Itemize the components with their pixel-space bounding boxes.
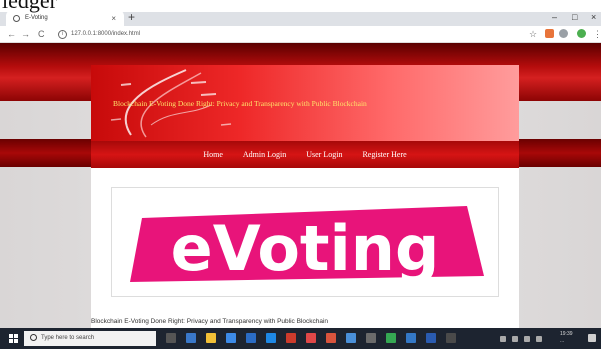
back-button[interactable]: ← [7,28,16,40]
app-icon[interactable] [266,333,276,343]
app-icon[interactable] [366,333,376,343]
bookmark-star-icon[interactable]: ☆ [529,28,537,40]
store-icon[interactable] [226,333,236,343]
site-container: Blockchain E-Voting Done Right: Privacy … [91,65,519,328]
page-viewport: Blockchain E-Voting Done Right: Privacy … [0,43,601,328]
favicon-icon [13,14,20,22]
tray-icon[interactable] [512,336,518,342]
reload-button[interactable]: C [38,28,45,40]
site-footer: Blockchain E-Voting Done Right: Privacy … [91,318,329,325]
nav-user-login[interactable]: User Login [306,150,342,159]
tab-close-icon[interactable]: × [111,14,116,23]
edge-icon[interactable] [186,333,196,343]
page-caption: ledger [0,0,601,12]
maximize-button[interactable]: □ [572,10,577,24]
chrome-icon[interactable] [386,333,396,343]
site-header: Blockchain E-Voting Done Right: Privacy … [91,65,519,141]
logo-text: eVoting [171,212,440,285]
network-icon[interactable] [524,336,530,342]
windows-taskbar: Type here to search 19:39 ... [0,328,601,349]
app-icon[interactable] [326,333,336,343]
app-icon[interactable] [406,333,416,343]
notification-icon[interactable] [588,334,596,342]
nav-register[interactable]: Register Here [362,150,406,159]
nav-home[interactable]: Home [203,150,223,159]
profile-avatar-icon[interactable] [577,29,586,38]
clock-time: 19:39 [560,331,573,337]
taskbar-search-input[interactable]: Type here to search [24,331,156,346]
tray-icon[interactable] [500,336,506,342]
windows-start-icon[interactable] [9,334,19,344]
extension-icon[interactable] [545,29,554,38]
site-info-icon[interactable]: i [58,30,67,39]
app-icon[interactable] [426,333,436,343]
app-icon[interactable] [446,333,456,343]
browser-toolbar: ← → C i 127.0.0.1:8000/index.html ☆ ⋮ [0,26,601,43]
minimize-button[interactable]: – [552,10,557,24]
evoting-logo: eVoting [111,187,499,297]
site-nav: Home Admin Login User Login Register Her… [91,141,519,168]
mail-icon[interactable] [246,333,256,343]
task-view-icon[interactable] [166,333,176,343]
address-bar[interactable]: i 127.0.0.1:8000/index.html [58,29,140,39]
app-icon[interactable] [346,333,356,343]
app-icon[interactable] [286,333,296,343]
extension-icon[interactable] [559,29,568,38]
nav-admin-login[interactable]: Admin Login [243,150,286,159]
new-tab-button[interactable]: + [128,10,135,24]
taskbar-clock[interactable]: 19:39 ... [560,331,573,345]
site-title: Blockchain E-Voting Done Right: Privacy … [113,99,367,108]
volume-icon[interactable] [536,336,542,342]
app-icon[interactable] [306,333,316,343]
search-icon [30,333,37,341]
search-placeholder: Type here to search [41,335,95,341]
forward-button[interactable]: → [21,28,30,40]
window-close-button[interactable]: × [591,10,596,24]
clock-date: ... [560,338,565,344]
file-explorer-icon[interactable] [206,333,216,343]
tab-title: E-Voting [25,15,48,21]
browser-menu-icon[interactable]: ⋮ [593,28,601,40]
url-text: 127.0.0.1:8000/index.html [71,31,141,37]
